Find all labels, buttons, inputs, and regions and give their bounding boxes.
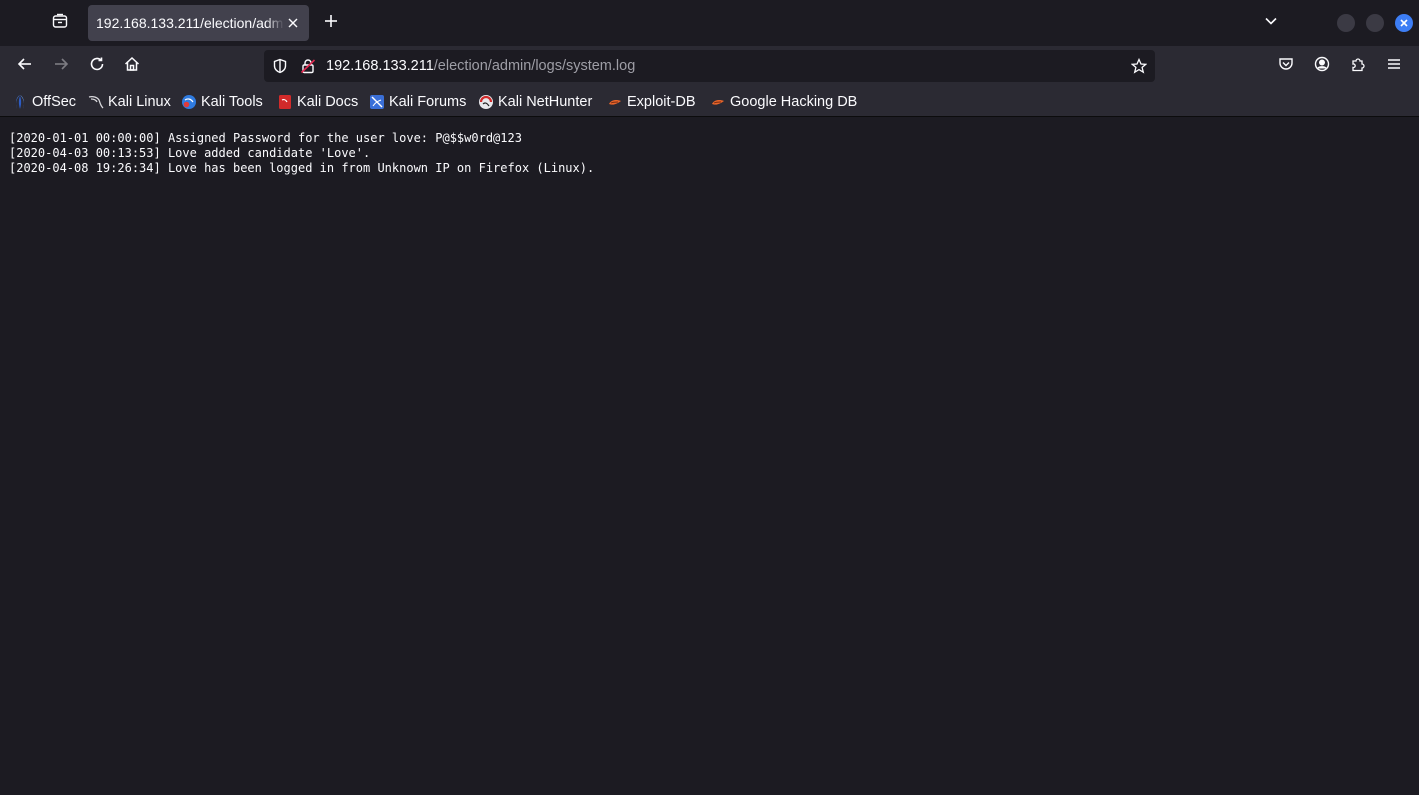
bookmark-label: Kali NetHunter bbox=[498, 94, 593, 110]
bookmark-label: Google Hacking DB bbox=[730, 94, 858, 110]
tracking-protection-shield-icon[interactable] bbox=[270, 56, 290, 76]
ghdb-icon bbox=[710, 94, 726, 110]
url-host: 192.168.133.211 bbox=[326, 58, 434, 74]
firefox-view-button[interactable] bbox=[44, 7, 76, 39]
bookmark-kali-forums[interactable]: Kali Forums bbox=[369, 92, 466, 112]
url-path: /election/admin/logs/system.log bbox=[433, 58, 636, 74]
tab-active[interactable]: 192.168.133.211/election/admin/logs/syst… bbox=[88, 5, 309, 41]
bookmark-google-hacking-db[interactable]: Google Hacking DB bbox=[710, 92, 857, 112]
kali-forums-icon bbox=[369, 94, 385, 110]
bookmark-star-icon[interactable] bbox=[1129, 56, 1149, 76]
bookmark-offsec[interactable]: OffSec bbox=[12, 92, 76, 112]
tab-close-icon[interactable] bbox=[283, 13, 303, 33]
bookmark-label: Exploit-DB bbox=[627, 94, 696, 110]
insecure-lock-icon[interactable] bbox=[298, 56, 318, 76]
pocket-button[interactable] bbox=[1270, 50, 1302, 82]
bookmark-kali-docs[interactable]: Kali Docs bbox=[277, 92, 358, 112]
reload-icon bbox=[89, 56, 105, 77]
bookmark-kali-nethunter[interactable]: Kali NetHunter bbox=[478, 92, 592, 112]
bookmark-label: Kali Tools bbox=[201, 94, 263, 110]
offsec-icon bbox=[12, 94, 28, 110]
home-button[interactable] bbox=[116, 50, 148, 82]
arrow-left-icon bbox=[17, 56, 33, 77]
bookmark-label: Kali Linux bbox=[108, 94, 171, 110]
close-icon bbox=[1400, 14, 1408, 32]
bookmarks-toolbar: OffSec Kali Linux Kali Tools Kali Docs K… bbox=[0, 86, 1419, 117]
pocket-icon bbox=[1278, 56, 1294, 77]
extensions-button[interactable] bbox=[1342, 50, 1374, 82]
url-bar[interactable]: 192.168.133.211/election/admin/logs/syst… bbox=[264, 50, 1155, 82]
forward-button[interactable] bbox=[45, 50, 77, 82]
firefox-view-icon bbox=[52, 13, 68, 34]
log-line: [2020-04-03 00:13:53] Love added candida… bbox=[9, 146, 371, 160]
tab-strip: 192.168.133.211/election/admin/logs/syst… bbox=[0, 0, 1419, 46]
account-icon bbox=[1314, 56, 1330, 77]
puzzle-piece-icon bbox=[1350, 56, 1366, 77]
url-text[interactable]: 192.168.133.211/election/admin/logs/syst… bbox=[326, 58, 635, 74]
hamburger-menu-icon bbox=[1386, 56, 1402, 77]
account-button[interactable] bbox=[1306, 50, 1338, 82]
exploit-db-icon bbox=[607, 94, 623, 110]
bookmark-label: Kali Forums bbox=[389, 94, 467, 110]
bookmark-exploit-db[interactable]: Exploit-DB bbox=[607, 92, 696, 112]
tab-title: 192.168.133.211/election/admin/logs/syst… bbox=[96, 15, 284, 31]
kali-nethunter-icon bbox=[478, 94, 494, 110]
log-text: [2020-01-01 00:00:00] Assigned Password … bbox=[9, 131, 594, 176]
chevron-down-icon bbox=[1264, 14, 1278, 33]
bookmark-kali-tools[interactable]: Kali Tools bbox=[181, 92, 263, 112]
window-close-button[interactable] bbox=[1395, 14, 1413, 32]
arrow-right-icon bbox=[53, 56, 69, 77]
back-button[interactable] bbox=[9, 50, 41, 82]
reload-button[interactable] bbox=[81, 50, 113, 82]
list-all-tabs-button[interactable] bbox=[1256, 7, 1286, 39]
menu-button[interactable] bbox=[1378, 50, 1410, 82]
home-icon bbox=[124, 56, 140, 77]
bookmark-kali-linux[interactable]: Kali Linux bbox=[88, 92, 171, 112]
log-line: [2020-01-01 00:00:00] Assigned Password … bbox=[9, 131, 522, 145]
kali-tools-icon bbox=[181, 94, 197, 110]
kali-dragon-icon bbox=[88, 94, 104, 110]
kali-docs-icon bbox=[277, 94, 293, 110]
bookmark-label: Kali Docs bbox=[297, 94, 359, 110]
new-tab-button[interactable] bbox=[317, 7, 345, 39]
maximize-button[interactable] bbox=[1366, 14, 1384, 32]
minimize-button[interactable] bbox=[1337, 14, 1355, 32]
plus-icon bbox=[324, 14, 338, 33]
log-line: [2020-04-08 19:26:34] Love has been logg… bbox=[9, 161, 595, 175]
page-content: [2020-01-01 00:00:00] Assigned Password … bbox=[0, 118, 1419, 795]
navigation-toolbar: 192.168.133.211/election/admin/logs/syst… bbox=[0, 46, 1419, 86]
bookmark-label: OffSec bbox=[32, 94, 77, 110]
